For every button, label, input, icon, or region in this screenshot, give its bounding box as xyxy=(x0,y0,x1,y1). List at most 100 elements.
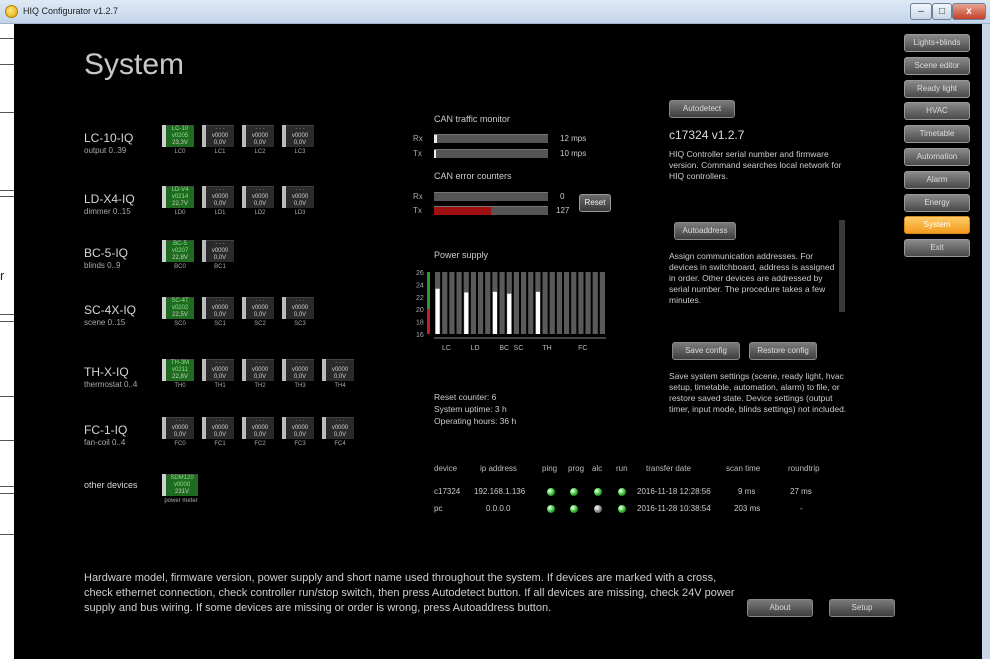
power-supply-title: Power supply xyxy=(434,250,489,260)
divider xyxy=(0,486,14,487)
can-traffic-title: CAN traffic monitor xyxy=(434,114,510,124)
device-tile[interactable]: - - - v0000 0,0V LC1 xyxy=(202,125,234,159)
device-voltage: 0,0V xyxy=(213,312,227,318)
nav-ready-light[interactable]: Ready light xyxy=(904,79,970,98)
y-tick-label: 18 xyxy=(416,320,424,327)
scrollbar[interactable] xyxy=(839,220,845,312)
nav-scene-editor[interactable]: Scene editor xyxy=(904,56,970,75)
save-config-button[interactable]: Save config xyxy=(672,342,740,360)
supply-slot xyxy=(478,272,484,334)
y-tick-label: 20 xyxy=(416,307,424,314)
nav-lights-blinds[interactable]: Lights+blinds xyxy=(904,34,970,52)
device-firmware: v0214 xyxy=(171,194,189,200)
device-model: - - - xyxy=(255,187,265,193)
table-cell-roundtrip: - xyxy=(800,504,803,513)
device-group-name: SC-4X-IQ xyxy=(84,303,137,317)
system-uptime: System uptime: 3 h xyxy=(434,404,507,414)
nav-exit[interactable]: Exit xyxy=(904,239,970,258)
divider xyxy=(0,190,14,191)
device-short-name: LD2 xyxy=(254,210,266,216)
table-cell-device: c17324 xyxy=(434,487,461,496)
device-short-name: FC0 xyxy=(174,441,186,447)
setup-button[interactable]: Setup xyxy=(829,599,895,617)
device-tile[interactable]: - - - v0000 0,0V FC1 xyxy=(202,417,234,451)
device-tile[interactable]: - - - v0000 0,0V SC1 xyxy=(202,297,234,331)
maximize-button[interactable]: □ xyxy=(932,3,952,20)
device-firmware: v0000 xyxy=(251,194,269,200)
minimize-button[interactable]: – xyxy=(910,3,932,20)
x-tick-label: TH xyxy=(542,345,551,352)
device-tile[interactable]: TH-3M v0211 22,8V TH0 xyxy=(162,359,194,393)
device-firmware: v0207 xyxy=(171,248,189,254)
device-voltage: 0,0V xyxy=(333,374,347,380)
device-tile[interactable]: - - - v0000 0,0V SC3 xyxy=(282,297,314,331)
close-button[interactable]: x xyxy=(952,3,986,20)
nav-alarm[interactable]: Alarm xyxy=(904,170,970,189)
autoaddress-description: Assign communication addresses. For devi… xyxy=(669,251,835,305)
reset-counter: Reset counter: 6 xyxy=(434,392,497,402)
device-model: - - - xyxy=(215,126,225,132)
device-short-name: TH2 xyxy=(254,383,266,389)
status-led-icon xyxy=(618,505,626,513)
autoaddress-button[interactable]: Autoaddress xyxy=(674,222,736,240)
nav-automation[interactable]: Automation xyxy=(904,148,970,166)
tx-error-fill xyxy=(434,207,491,215)
device-voltage: 0,0V xyxy=(253,374,267,380)
supply-bar xyxy=(507,293,512,334)
device-tile[interactable]: - - - v0000 0,0V FC2 xyxy=(242,417,274,451)
device-tile[interactable]: - - - v0000 0,0V TH1 xyxy=(202,359,234,393)
table-cell-roundtrip: 27 ms xyxy=(790,487,812,496)
restore-config-button[interactable]: Restore config xyxy=(749,342,817,360)
device-firmware: v0000 xyxy=(291,305,309,311)
device-tile[interactable]: - - - v0000 0,0V SC2 xyxy=(242,297,274,331)
device-tile[interactable]: - - - v0000 0,0V LD1 xyxy=(202,186,234,220)
device-tile[interactable]: - - - v0000 0,0V LC2 xyxy=(242,125,274,159)
device-tile[interactable]: - - - v0000 0,0V FC3 xyxy=(282,417,314,451)
device-short-name: SC1 xyxy=(214,321,226,327)
device-model: - - - xyxy=(255,298,265,304)
reset-errors-button[interactable]: Reset xyxy=(579,194,611,212)
device-voltage: 0,0V xyxy=(213,432,227,438)
nav-system[interactable]: System xyxy=(904,216,970,235)
rx-error-bar xyxy=(434,192,548,201)
app-logo-icon xyxy=(5,5,18,18)
device-tile[interactable]: - - - v0000 0,0V TH3 xyxy=(282,359,314,393)
supply-slot xyxy=(485,272,491,334)
nav-energy[interactable]: Energy xyxy=(904,193,970,212)
device-tile[interactable]: BC-5 v0207 22,8V BC0 xyxy=(162,240,194,274)
supply-slot xyxy=(449,272,455,334)
table-header: alc xyxy=(592,464,603,473)
divider xyxy=(0,196,14,197)
device-tile[interactable]: - - - v0000 0,0V TH4 xyxy=(322,359,354,393)
device-group-name: BC-5-IQ xyxy=(84,246,129,260)
device-tile[interactable]: - - - v0000 0,0V TH2 xyxy=(242,359,274,393)
nav-timetable[interactable]: Timetable xyxy=(904,125,970,144)
supply-slot xyxy=(513,272,519,334)
table-header: device xyxy=(434,464,458,473)
autodetect-button[interactable]: Autodetect xyxy=(669,100,735,118)
nav-hvac[interactable]: HVAC xyxy=(904,102,970,121)
device-tile[interactable]: - - - v0000 0,0V LC3 xyxy=(282,125,314,159)
device-model: SC-4T xyxy=(171,298,189,304)
device-firmware: v0000 xyxy=(211,133,229,139)
device-tile[interactable]: - - - v0000 0,0V LD3 xyxy=(282,186,314,220)
device-tile[interactable]: - - - v0000 0,0V FC4 xyxy=(322,417,354,451)
supply-slot xyxy=(470,272,476,334)
device-tile[interactable]: - - - v0000 0,0V FC0 xyxy=(162,417,194,451)
config-description: Save system settings (scene, ready light… xyxy=(669,371,847,414)
device-tile[interactable]: - - - v0000 0,0V LD2 xyxy=(242,186,274,220)
divider xyxy=(0,493,14,494)
device-tile[interactable]: LC-10 v0205 23,3V LC0 xyxy=(162,125,194,159)
device-firmware: v0205 xyxy=(171,133,189,139)
device-model: - - - xyxy=(215,187,225,193)
device-model: - - - xyxy=(215,360,225,366)
device-short-name: BC1 xyxy=(214,264,226,270)
device-tile[interactable]: SC-4T v0202 22,5V SC0 xyxy=(162,297,194,331)
window-title: HIQ Configurator v1.2.7 xyxy=(23,6,119,16)
device-tile[interactable]: - - - v0000 0,0V BC1 xyxy=(202,240,234,274)
supply-slot xyxy=(592,272,598,334)
device-tile[interactable]: SDM120 v0000 231V power meter xyxy=(162,474,208,508)
about-button[interactable]: About xyxy=(747,599,813,617)
device-tile[interactable]: LD-V4 v0214 22,7V LD0 xyxy=(162,186,194,220)
device-firmware: v0000 xyxy=(211,248,229,254)
